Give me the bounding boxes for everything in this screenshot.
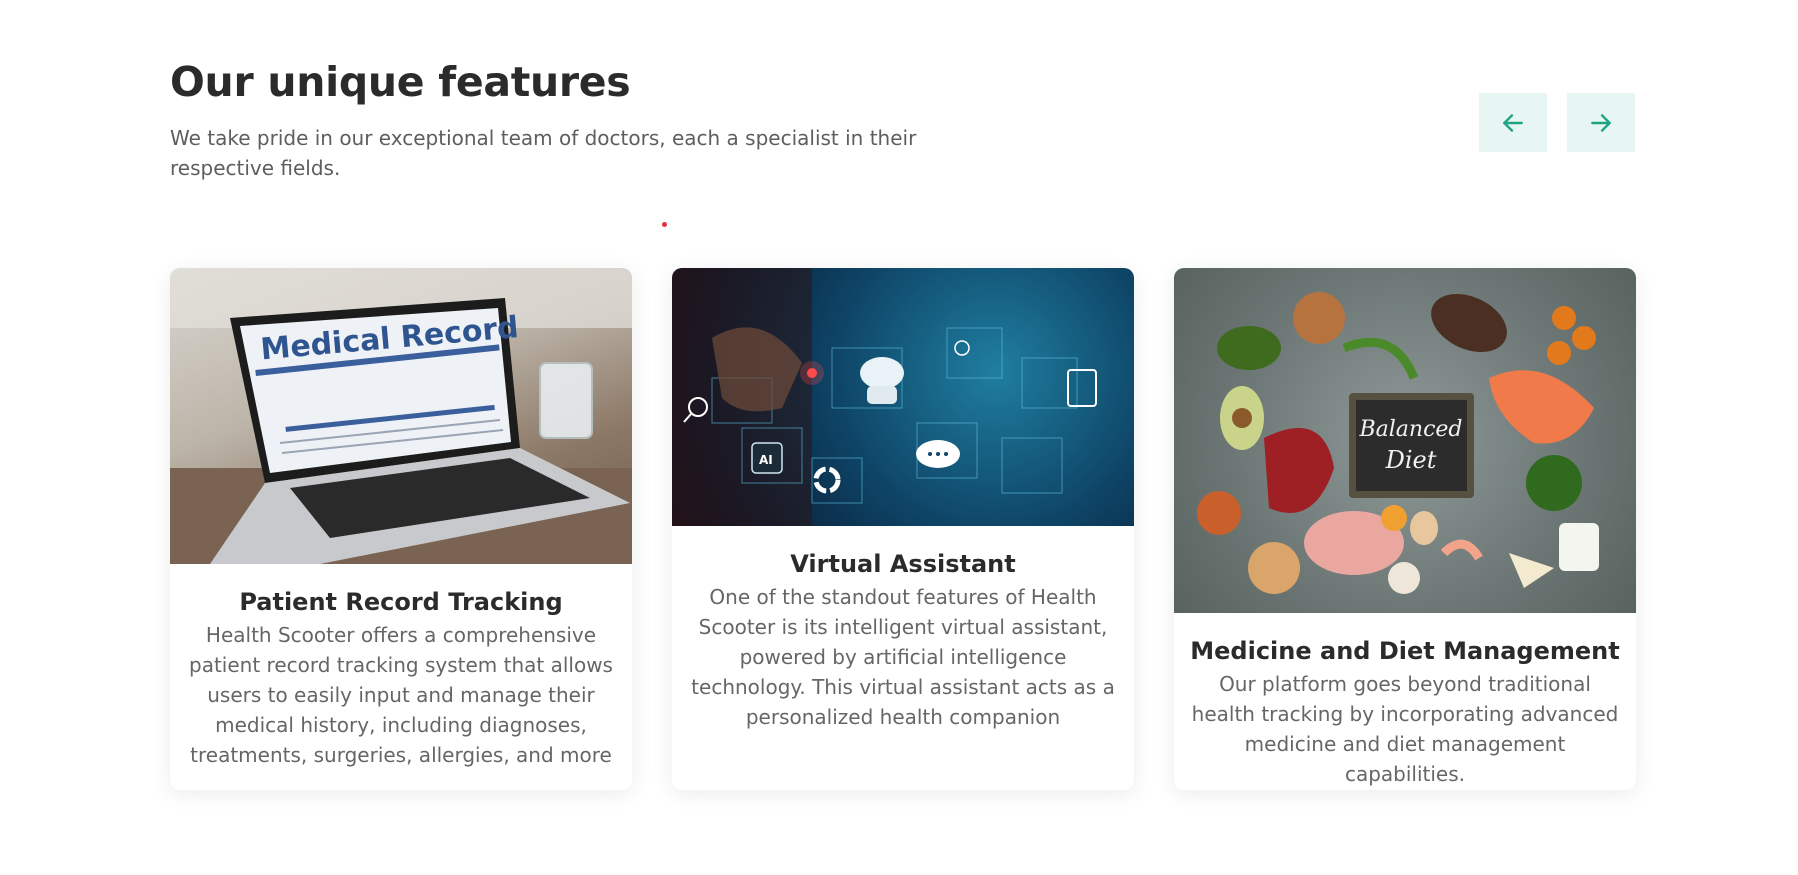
feature-card-virtual-assistant[interactable]: AI Virtual Assistant One of the standout… xyxy=(672,268,1134,790)
arrow-right-icon xyxy=(1591,113,1611,132)
section-header: Our unique features We take pride in our… xyxy=(170,58,970,183)
virtual-assistant-hologram-image: AI xyxy=(672,268,1134,526)
chalkboard-line1-text: Balanced xyxy=(1358,417,1462,442)
section-subtitle: We take pride in our exceptional team of… xyxy=(170,126,917,181)
decorative-dot xyxy=(662,222,667,227)
card-text: Our platform goes beyond traditional hea… xyxy=(1191,672,1619,786)
next-button[interactable] xyxy=(1567,93,1635,152)
chalkboard-line2-text: Diet xyxy=(1385,446,1437,474)
prev-button[interactable] xyxy=(1479,93,1547,152)
laptop-medical-record-image: Medical Record xyxy=(170,268,632,564)
card-title: Virtual Assistant xyxy=(790,550,1016,578)
arrow-left-icon xyxy=(1503,113,1523,132)
section-title: Our unique features xyxy=(170,58,631,106)
feature-card-medicine-diet[interactable]: Balanced Diet Medicine and Diet Manageme… xyxy=(1174,268,1636,790)
feature-card-patient-record[interactable]: Medical Record Patient Record Tracking H… xyxy=(170,268,632,790)
balanced-diet-food-image: Balanced Diet xyxy=(1174,268,1636,613)
ai-badge-text: AI xyxy=(759,453,773,467)
card-text: One of the standout features of Health S… xyxy=(691,585,1115,729)
feature-cards: Medical Record Patient Record Tracking H… xyxy=(170,268,1636,790)
card-text: Health Scooter offers a comprehensive pa… xyxy=(189,623,613,767)
card-title: Patient Record Tracking xyxy=(239,588,563,616)
carousel-nav xyxy=(1479,93,1635,152)
card-title: Medicine and Diet Management xyxy=(1190,637,1620,665)
